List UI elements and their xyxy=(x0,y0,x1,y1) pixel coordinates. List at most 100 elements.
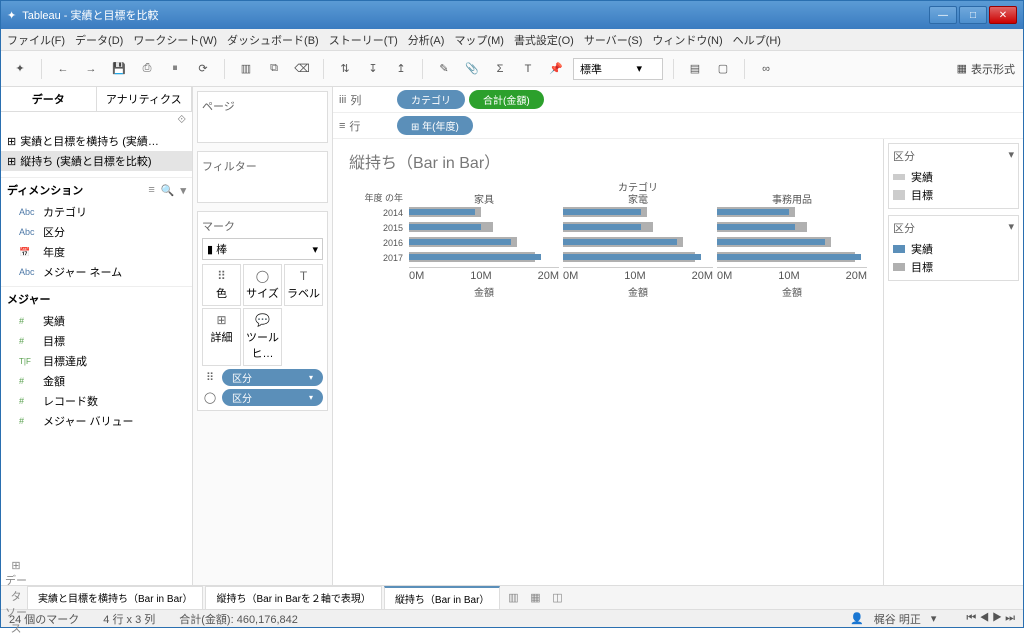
show-me-button[interactable]: ▦ 表示形式 xyxy=(957,61,1015,77)
mark-property-button[interactable]: ⊞詳細 xyxy=(202,308,241,366)
field-item[interactable]: Abcカテゴリ xyxy=(1,202,192,222)
bar-row[interactable] xyxy=(717,235,867,250)
datasource-item[interactable]: ⊞縦持ち (実績と目標を比較) xyxy=(1,151,192,171)
new-dashboard-icon[interactable]: ▦ xyxy=(524,591,546,604)
user-menu-icon[interactable]: ▾ xyxy=(931,612,937,625)
menu-item[interactable]: ヘルプ(H) xyxy=(733,32,781,48)
field-item[interactable]: #メジャー バリュー xyxy=(1,411,192,431)
shelf-pill[interactable]: カテゴリ xyxy=(397,90,465,109)
bar-row[interactable] xyxy=(717,250,867,265)
menu-item[interactable]: ストーリー(T) xyxy=(329,32,398,48)
legend-menu-icon[interactable]: ▾ xyxy=(1008,220,1014,236)
redo-button[interactable]: → xyxy=(80,58,102,80)
pin-button[interactable]: 📌 xyxy=(545,58,567,80)
nav-last-icon[interactable]: ⏭ xyxy=(1005,612,1015,624)
window-maximize-button[interactable]: □ xyxy=(959,6,987,24)
nav-next-icon[interactable]: ▶ xyxy=(992,612,1002,624)
duplicate-button[interactable]: ⧉ xyxy=(263,58,285,80)
size-legend[interactable]: 区分▾ 実績目標 xyxy=(888,143,1019,209)
color-legend[interactable]: 区分▾ 実績目標 xyxy=(888,215,1019,281)
field-item[interactable]: #目標 xyxy=(1,331,192,351)
field-item[interactable]: T|F目標達成 xyxy=(1,351,192,371)
menu-item[interactable]: データ(D) xyxy=(75,32,123,48)
field-item[interactable]: 📅年度 xyxy=(1,242,192,262)
mark-property-button[interactable]: Tラベル xyxy=(284,264,323,306)
shelf-pill[interactable]: 合計(金額) xyxy=(469,90,544,109)
highlight-button[interactable]: ✎ xyxy=(433,58,455,80)
legend-item[interactable]: 実績 xyxy=(893,168,1014,186)
sheet-tab[interactable]: 縦持ち（Bar in Barを２軸で表現） xyxy=(205,586,381,609)
show-cards-button[interactable]: ▤ xyxy=(684,58,706,80)
new-datasource-button[interactable]: ⎙ xyxy=(136,58,158,80)
tab-data[interactable]: データ xyxy=(1,87,97,111)
bar-row[interactable] xyxy=(409,220,559,235)
text-button[interactable]: T xyxy=(517,58,539,80)
bar-row[interactable] xyxy=(563,250,713,265)
nav-prev-icon[interactable]: ◀ xyxy=(979,612,989,624)
mark-property-button[interactable]: 💬ツールヒ… xyxy=(243,308,282,366)
save-button[interactable]: 💾 xyxy=(108,58,130,80)
new-worksheet-button[interactable]: ▥ xyxy=(235,58,257,80)
new-worksheet-icon[interactable]: ▥ xyxy=(502,591,524,604)
sort-desc-button[interactable]: ↥ xyxy=(390,58,412,80)
columns-shelf[interactable]: iii列 カテゴリ合計(金額) xyxy=(333,87,1023,113)
viz-canvas[interactable]: 縦持ち（Bar in Bar） カテゴリ 年度 の年 2014201520162… xyxy=(333,139,883,585)
shelf-pill[interactable]: ⊞ 年(年度) xyxy=(397,116,473,135)
connect-icon[interactable]: ⟐ xyxy=(177,114,186,127)
undo-button[interactable]: ← xyxy=(52,58,74,80)
fit-select[interactable]: 標準▾ xyxy=(573,58,663,80)
viz-title[interactable]: 縦持ち（Bar in Bar） xyxy=(349,149,867,173)
menu-item[interactable]: サーバー(S) xyxy=(584,32,643,48)
refresh-button[interactable]: ⟳ xyxy=(192,58,214,80)
bar-row[interactable] xyxy=(717,220,867,235)
field-item[interactable]: Abc区分 xyxy=(1,222,192,242)
rows-shelf[interactable]: ≡行 ⊞ 年(年度) xyxy=(333,113,1023,139)
clear-button[interactable]: ⌫ xyxy=(291,58,313,80)
dropdown-icon[interactable]: ▾ xyxy=(180,184,186,197)
legend-menu-icon[interactable]: ▾ xyxy=(1008,148,1014,164)
mark-property-button[interactable]: ⠿色 xyxy=(202,264,241,306)
sheet-tab[interactable]: 縦持ち（Bar in Bar） xyxy=(384,586,500,609)
menu-item[interactable]: ダッシュボード(B) xyxy=(227,32,319,48)
window-close-button[interactable]: ✕ xyxy=(989,6,1017,24)
bar-row[interactable] xyxy=(563,205,713,220)
field-item[interactable]: Abcメジャー ネーム xyxy=(1,262,192,282)
new-story-icon[interactable]: ◫ xyxy=(546,591,568,604)
legend-item[interactable]: 目標 xyxy=(893,258,1014,276)
datasource-item[interactable]: ⊞実績と目標を横持ち (実績… xyxy=(1,131,192,151)
bar-row[interactable] xyxy=(409,205,559,220)
pause-updates-button[interactable]: ⏸ xyxy=(164,58,186,80)
group-button[interactable]: 📎 xyxy=(461,58,483,80)
menu-item[interactable]: 書式設定(O) xyxy=(514,32,574,48)
sort-asc-button[interactable]: ↧ xyxy=(362,58,384,80)
bar-row[interactable] xyxy=(717,205,867,220)
status-user[interactable]: 梶谷 明正 xyxy=(874,611,921,627)
presentation-button[interactable]: ▢ xyxy=(712,58,734,80)
mark-type-select[interactable]: ▮ 棒▾ xyxy=(202,238,323,260)
nav-first-icon[interactable]: ⏮ xyxy=(966,612,976,624)
mark-pill[interactable]: 区分▾ xyxy=(222,389,323,406)
sheet-tab[interactable]: 実績と目標を横持ち（Bar in Bar） xyxy=(27,586,203,609)
search-icon[interactable]: 🔍 xyxy=(161,184,175,197)
legend-item[interactable]: 目標 xyxy=(893,186,1014,204)
totals-button[interactable]: Σ xyxy=(489,58,511,80)
menu-item[interactable]: ウィンドウ(N) xyxy=(652,32,722,48)
field-item[interactable]: #レコード数 xyxy=(1,391,192,411)
field-item[interactable]: #金額 xyxy=(1,371,192,391)
pages-card[interactable]: ページ xyxy=(197,91,328,143)
menu-item[interactable]: ファイル(F) xyxy=(7,32,65,48)
bar-row[interactable] xyxy=(409,250,559,265)
window-minimize-button[interactable]: — xyxy=(929,6,957,24)
bar-row[interactable] xyxy=(563,220,713,235)
tableau-logo-icon[interactable]: ✦ xyxy=(9,58,31,80)
share-button[interactable]: ∞ xyxy=(755,58,777,80)
bar-row[interactable] xyxy=(409,235,559,250)
mark-pill[interactable]: 区分▾ xyxy=(222,369,323,386)
mark-property-button[interactable]: ◯サイズ xyxy=(243,264,282,306)
menu-item[interactable]: ワークシート(W) xyxy=(133,32,217,48)
swap-button[interactable]: ⇅ xyxy=(334,58,356,80)
menu-item[interactable]: 分析(A) xyxy=(408,32,445,48)
legend-item[interactable]: 実績 xyxy=(893,240,1014,258)
field-item[interactable]: #実績 xyxy=(1,311,192,331)
tab-analytics[interactable]: アナリティクス xyxy=(97,87,193,111)
